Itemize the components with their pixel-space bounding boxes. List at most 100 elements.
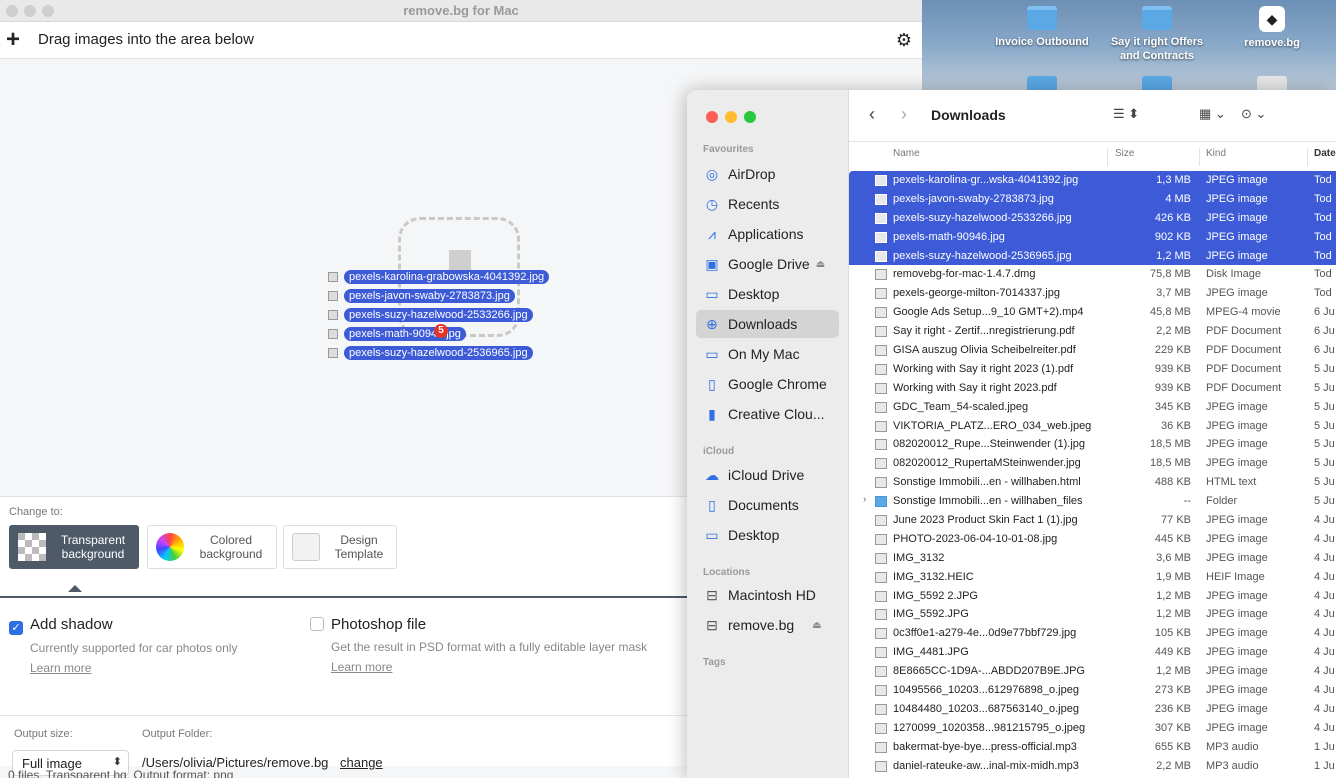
- more-icon[interactable]: ⊙ ⌄: [1241, 106, 1266, 122]
- transparent-background-option[interactable]: Transparent background: [9, 525, 139, 569]
- file-size: 1,9 MB: [1156, 570, 1191, 583]
- photoshop-file-description: Get the result in PSD format with a full…: [331, 640, 648, 654]
- column-date[interactable]: Date: [1314, 148, 1336, 159]
- sidebar-item-google-chrome[interactable]: ▯ Google Chrome: [696, 370, 839, 398]
- applications-icon: ⩘: [708, 225, 716, 242]
- back-icon[interactable]: ‹: [869, 104, 875, 125]
- table-row[interactable]: IMG_4481.JPG 449 KB JPEG image 4 Ju: [849, 643, 1336, 662]
- forward-icon[interactable]: ›: [901, 104, 907, 125]
- file-size: 236 KB: [1154, 702, 1191, 715]
- learn-more-link[interactable]: Learn more: [310, 660, 647, 674]
- table-row[interactable]: 8E8665CC-1D9A-...ABDD207B9E.JPG 1,2 MB JPE…: [849, 662, 1336, 681]
- file-size: 2,2 MB: [1156, 759, 1191, 772]
- add-shadow-option: ✓ Add shadow Currently supported for car …: [9, 616, 237, 675]
- file-icon: [875, 231, 887, 243]
- disk-icon: ⊟: [706, 586, 718, 603]
- disclosure-icon[interactable]: ›: [863, 494, 866, 505]
- table-row[interactable]: IMG_3132.HEIC 1,9 MB HEIF Image 4 Ju: [849, 568, 1336, 587]
- table-row[interactable]: IMG_5592 2.JPG 1,2 MB JPEG image 4 Ju: [849, 587, 1336, 606]
- change-folder-link[interactable]: change: [340, 755, 383, 770]
- file-kind: PDF Document: [1206, 362, 1282, 375]
- sidebar-item-desktop[interactable]: ▭ Desktop: [696, 280, 839, 308]
- file-size: 307 KB: [1154, 721, 1191, 734]
- zoom-button[interactable]: [744, 111, 756, 123]
- table-row[interactable]: removebg-for-mac-1.4.7.dmg 75,8 MB Disk Im…: [849, 265, 1336, 284]
- sidebar-item-macintosh-hd[interactable]: ⊟ Macintosh HD: [696, 581, 839, 609]
- table-row[interactable]: › Sonstige Immobili...en - willhaben_file…: [849, 492, 1336, 511]
- file-name: removebg-for-mac-1.4.7.dmg: [893, 268, 1036, 281]
- table-row[interactable]: June 2023 Product Skin Fact 1 (1).jpg 77 …: [849, 511, 1336, 530]
- eject-icon[interactable]: ⏏: [812, 620, 821, 631]
- file-name: pexels-javon-swaby-2783873.jpg: [893, 192, 1054, 205]
- sidebar-item-icloud-desktop[interactable]: ▭ Desktop: [696, 521, 839, 549]
- sidebar-item-recents[interactable]: ◷ Recents: [696, 190, 839, 218]
- table-row[interactable]: GDC_Team_54-scaled.jpeg 345 KB JPEG image 5…: [849, 398, 1336, 417]
- table-row[interactable]: 0c3ff0e1-a279-4e...0d9e77bbf729.jpg 105 K…: [849, 624, 1336, 643]
- table-row[interactable]: IMG_5592.JPG 1,2 MB JPEG image 4 Ju: [849, 605, 1336, 624]
- photoshop-file-checkbox[interactable]: [310, 617, 324, 631]
- table-row[interactable]: pexels-suzy-hazelwood-2533266.jpg 426 KB J…: [849, 208, 1336, 228]
- sidebar-item-documents[interactable]: ▯ Documents: [696, 491, 839, 519]
- close-button[interactable]: [706, 111, 718, 123]
- group-icon[interactable]: ▦ ⌄: [1199, 106, 1226, 122]
- table-row[interactable]: 10484480_10203...687563140_o.jpeg 236 KB J…: [849, 700, 1336, 719]
- table-row[interactable]: 10495566_10203...612976898_o.jpeg 273 KB J…: [849, 681, 1336, 700]
- sidebar-item-on-my-mac[interactable]: ▭ On My Mac: [696, 340, 839, 368]
- eject-icon[interactable]: ⏏: [816, 259, 825, 270]
- sidebar-item-creative-cloud[interactable]: ▮ Creative Clou...: [696, 400, 839, 428]
- desktop-folder-say-it-right[interactable]: Say it right Offers and Contracts: [1102, 6, 1212, 63]
- file-name: Working with Say it right 2023 (1).pdf: [893, 362, 1074, 375]
- table-row[interactable]: 1270099_1020358...981215795_o.jpeg 307 KB…: [849, 719, 1336, 738]
- table-row[interactable]: 082020012_Rupe...Steinwender (1).jpg 18,5…: [849, 435, 1336, 454]
- sidebar-item-applications[interactable]: ⩘ Applications: [696, 220, 839, 248]
- table-row[interactable]: pexels-karolina-gr...wska-4041392.jpg 1,3…: [849, 171, 1336, 190]
- file-date: 6 Ju: [1314, 325, 1335, 338]
- file-icon: [875, 571, 887, 583]
- table-row[interactable]: IMG_3132 3,6 MB JPEG image 4 Ju: [849, 549, 1336, 568]
- desktop-folder-invoice[interactable]: Invoice Outbound: [987, 6, 1097, 49]
- table-row[interactable]: GISA auszug Olivia Scheibelreiter.pdf 229…: [849, 341, 1336, 360]
- table-row[interactable]: Say it right - Zertif...nregistrierung.p…: [849, 322, 1336, 341]
- table-row[interactable]: bakermat-bye-bye...press-official.mp3 655…: [849, 738, 1336, 757]
- column-separator: [1307, 148, 1308, 166]
- column-kind[interactable]: Kind: [1206, 148, 1226, 159]
- column-name[interactable]: Name: [893, 148, 920, 159]
- table-row[interactable]: VIKTORIA_PLATZ...ERO_034_web.jpeg 36 KB JP…: [849, 417, 1336, 436]
- add-icon[interactable]: +: [6, 28, 20, 52]
- gear-icon[interactable]: ⚙: [896, 30, 912, 51]
- column-size[interactable]: Size: [1115, 148, 1134, 159]
- design-template-option[interactable]: Design Template: [283, 525, 397, 569]
- table-row[interactable]: pexels-suzy-hazelwood-2536965.jpg 1,2 MB J…: [849, 246, 1336, 266]
- file-size: 273 KB: [1154, 684, 1191, 697]
- table-row[interactable]: 082020012_RupertaMSteinwender.jpg 18,5 MB…: [849, 454, 1336, 473]
- table-row[interactable]: pexels-math-90946.jpg 902 KB JPEG image Tod: [849, 227, 1336, 247]
- table-row[interactable]: Sonstige Immobili...en - willhaben.html 4…: [849, 473, 1336, 492]
- file-kind: JPEG image: [1206, 551, 1268, 564]
- folder-title: Downloads: [931, 107, 1006, 123]
- table-row[interactable]: pexels-george-milton-7014337.jpg 3,7 MB JP…: [849, 284, 1336, 303]
- close-button[interactable]: [6, 5, 18, 17]
- add-shadow-checkbox[interactable]: ✓: [9, 621, 23, 635]
- table-row[interactable]: pexels-javon-swaby-2783873.jpg 4 MB JPEG i…: [849, 189, 1336, 209]
- table-row[interactable]: Google Ads Setup...9_10 GMT+2).mp4 45,8 M…: [849, 303, 1336, 322]
- learn-more-link[interactable]: Learn more: [9, 661, 237, 675]
- table-row[interactable]: PHOTO-2023-06-04-10-01-08.jpg 445 KB JPEG …: [849, 530, 1336, 549]
- sidebar-item-downloads[interactable]: ⊕ Downloads: [696, 310, 839, 338]
- section-favourites: Favourites: [703, 144, 754, 155]
- sidebar-item-airdrop[interactable]: ◎ AirDrop: [696, 160, 839, 188]
- table-row[interactable]: Working with Say it right 2023.pdf 939 KB…: [849, 379, 1336, 398]
- desktop-app-removebg[interactable]: ◆ remove.bg: [1217, 6, 1327, 50]
- table-row[interactable]: daniel-rateuke-aw...inal-mix-midh.mp3 2,2…: [849, 757, 1336, 776]
- colored-background-option[interactable]: Colored background: [147, 525, 277, 569]
- minimize-button[interactable]: [725, 111, 737, 123]
- sidebar-item-google-drive[interactable]: ▣ Google Drive ⏏: [696, 250, 839, 278]
- minimize-button[interactable]: [24, 5, 36, 17]
- list-view-icon[interactable]: ☰ ⬍: [1113, 106, 1139, 122]
- zoom-button[interactable]: [42, 5, 54, 17]
- sidebar-item-icloud-drive[interactable]: ☁ iCloud Drive: [696, 461, 839, 489]
- file-icon: [875, 382, 887, 394]
- file-name: pexels-karolina-gr...wska-4041392.jpg: [893, 174, 1079, 186]
- sidebar-item-removebg[interactable]: ⊟ remove.bg ⏏: [696, 611, 839, 639]
- table-row[interactable]: Working with Say it right 2023 (1).pdf 93…: [849, 360, 1336, 379]
- file-kind: MP3 audio: [1206, 759, 1259, 772]
